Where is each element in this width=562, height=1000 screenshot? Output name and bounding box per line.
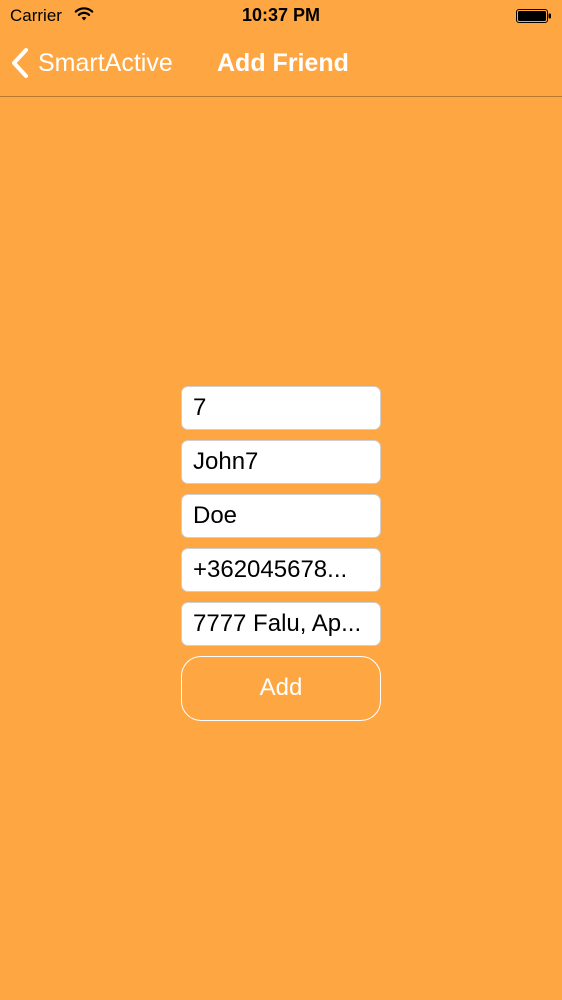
status-time: 10:37 PM [241, 5, 321, 25]
back-button-label: SmartActive [38, 48, 173, 77]
page-title: Add Friend [217, 49, 349, 77]
battery-icon [516, 9, 551, 23]
navigation-bar: SmartActive Add Friend [0, 32, 562, 97]
phone-field[interactable]: +362045678... [181, 548, 381, 592]
first-name-field[interactable]: John7 [181, 440, 381, 484]
status-bar: Carrier 10:37 PM [0, 0, 562, 32]
add-friend-form: 7 John7 Doe +362045678... 7777 Falu, Ap.… [181, 386, 381, 721]
last-name-field[interactable]: Doe [181, 494, 381, 538]
back-button[interactable]: SmartActive [10, 46, 173, 80]
address-field[interactable]: 7777 Falu, Ap... [181, 602, 381, 646]
id-field[interactable]: 7 [181, 386, 381, 430]
chevron-left-icon [12, 48, 28, 78]
add-button[interactable]: Add [181, 656, 381, 721]
